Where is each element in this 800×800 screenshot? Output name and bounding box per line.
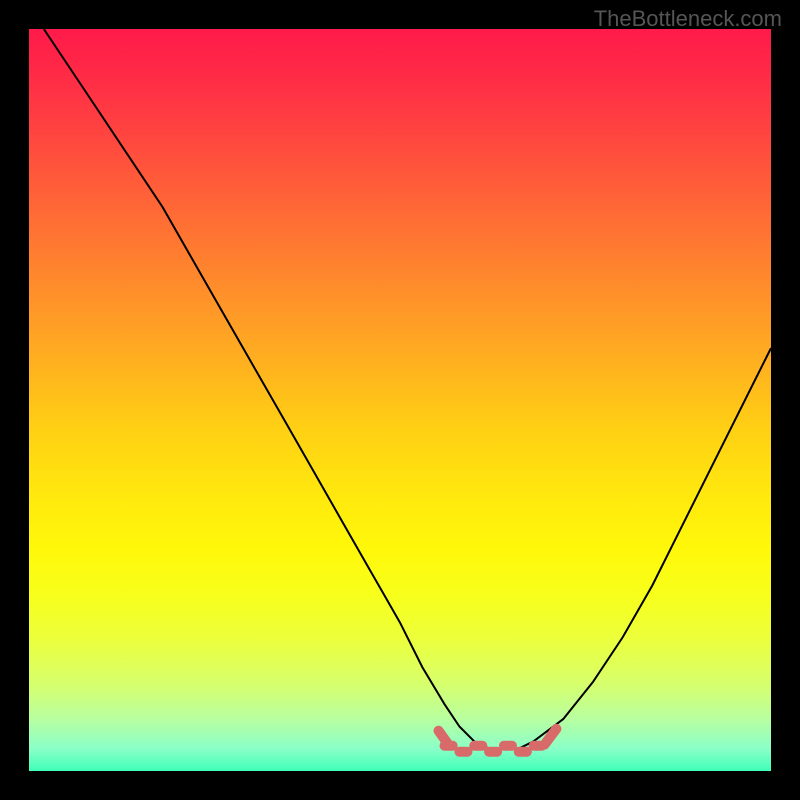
optimal-flat-zone bbox=[439, 729, 557, 752]
chart-plot-area bbox=[29, 29, 771, 771]
bottleneck-curve bbox=[44, 29, 771, 749]
curve-svg bbox=[29, 29, 771, 771]
watermark-text: TheBottleneck.com bbox=[594, 6, 782, 32]
